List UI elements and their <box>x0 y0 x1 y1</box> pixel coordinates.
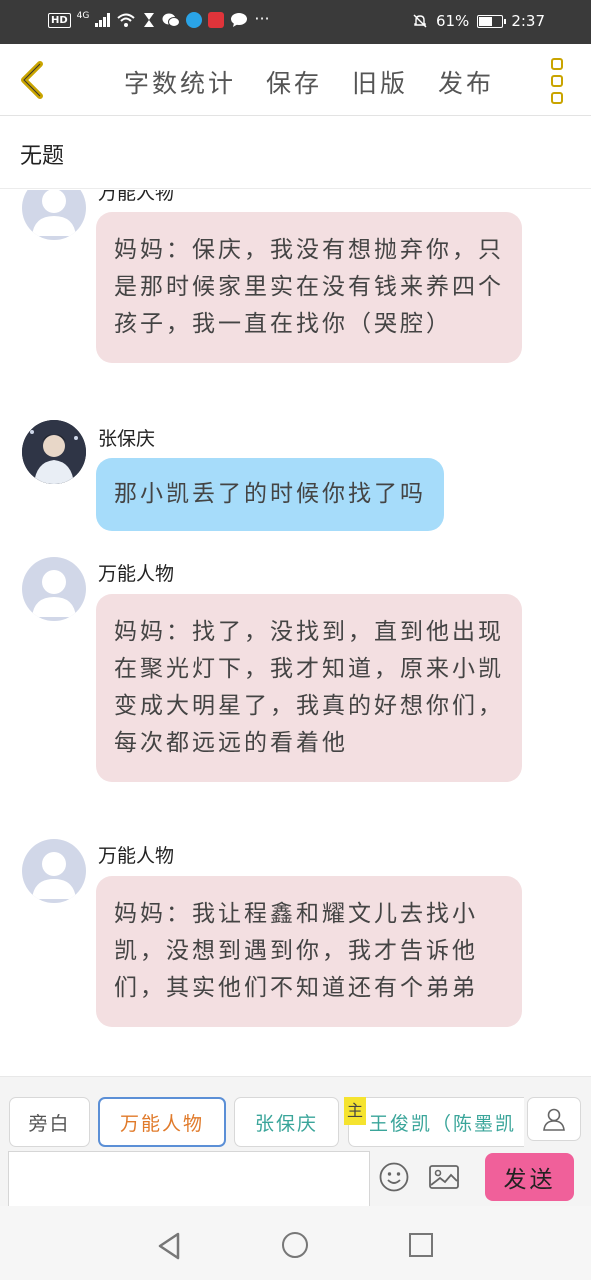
signal-icon <box>95 13 111 27</box>
nav-back-icon[interactable] <box>157 1232 181 1260</box>
emoji-button[interactable] <box>378 1161 410 1193</box>
avatar-zhangbaoqing[interactable] <box>22 420 86 484</box>
network-label: 4G <box>76 11 90 21</box>
chevron-left-icon <box>21 61 43 99</box>
status-right: 61% 2:37 <box>412 12 545 30</box>
wechat-icon <box>162 13 181 27</box>
message-bubble[interactable]: 妈妈：我让程鑫和耀文儿去找小凯，没想到遇到你，我才告诉他们，其实他们不知道还有个… <box>96 876 522 1027</box>
word-count-button[interactable]: 字数统计 <box>124 64 236 100</box>
sender-name: 张保庆 <box>98 428 156 450</box>
save-button[interactable]: 保存 <box>266 64 322 100</box>
status-left: HD 4G ··· <box>48 8 270 28</box>
chat-area[interactable]: 万能人物 妈妈：保庆，我没有想抛弃你，只是那时候家里实在没有钱来养四个孩子，我一… <box>0 190 591 1076</box>
message-input[interactable] <box>8 1151 370 1207</box>
hd-badge: HD <box>48 12 71 28</box>
more-dot-icon <box>551 75 563 87</box>
publish-button[interactable]: 发布 <box>438 64 494 100</box>
manage-roles-button[interactable] <box>527 1097 581 1141</box>
role-chip-wangjunkai[interactable]: 王俊凯（陈墨凯 <box>348 1097 524 1147</box>
image-button[interactable] <box>428 1163 460 1191</box>
header-menu: 字数统计 保存 旧版 发布 <box>124 64 494 100</box>
smiley-icon <box>379 1162 409 1192</box>
image-icon <box>429 1165 459 1189</box>
nav-home-icon[interactable] <box>282 1232 308 1258</box>
role-chip-universal[interactable]: 万能人物 <box>98 1097 226 1147</box>
message-bubble[interactable]: 那小凯丢了的时候你找了吗 <box>96 458 444 531</box>
status-bar: HD 4G ··· 61% 2:37 <box>0 0 591 44</box>
more-dot-icon <box>551 92 563 104</box>
user-silhouette-icon <box>32 852 76 899</box>
role-chip-zhangbaoqing[interactable]: 张保庆 <box>234 1097 339 1147</box>
battery-icon <box>477 14 507 28</box>
wifi-icon <box>117 13 136 27</box>
more-menu-button[interactable] <box>551 58 567 104</box>
document-title-bar[interactable]: 无题 <box>0 116 591 189</box>
avatar-default[interactable] <box>22 557 86 621</box>
avatar-default[interactable] <box>22 839 86 903</box>
more-dot-icon <box>551 58 563 70</box>
user-photo-icon <box>22 420 86 484</box>
app-header: 字数统计 保存 旧版 发布 <box>0 44 591 116</box>
more-notifications-icon: ··· <box>254 8 270 28</box>
send-button[interactable]: 发送 <box>485 1153 574 1201</box>
hourglass-icon <box>144 13 155 27</box>
avatar-default[interactable] <box>22 190 86 240</box>
sender-name: 万能人物 <box>98 190 175 204</box>
main-role-badge: 主 <box>344 1097 366 1125</box>
message-bubble[interactable]: 妈妈：找了，没找到，直到他出现在聚光灯下，我才知道，原来小凯变成大明星了，我真的… <box>96 594 522 782</box>
old-version-button[interactable]: 旧版 <box>352 64 408 100</box>
person-icon <box>543 1108 565 1131</box>
clock: 2:37 <box>511 12 545 30</box>
message-bubble[interactable]: 妈妈：保庆，我没有想抛弃你，只是那时候家里实在没有钱来养四个孩子，我一直在找你（… <box>96 212 522 363</box>
message-icon <box>231 13 248 27</box>
sender-name: 万能人物 <box>98 845 175 867</box>
back-button[interactable] <box>14 58 54 102</box>
document-title[interactable]: 无题 <box>20 138 64 170</box>
user-silhouette-icon <box>32 190 76 236</box>
user-silhouette-icon <box>32 570 76 617</box>
app-icon <box>208 12 225 28</box>
mute-bell-icon <box>413 14 427 28</box>
browser-icon <box>186 12 203 28</box>
nav-recent-apps-icon[interactable] <box>409 1233 433 1257</box>
battery-percent: 61% <box>435 12 470 30</box>
sender-name: 万能人物 <box>98 563 175 585</box>
compose-toolbar: 旁白 万能人物 张保庆 王俊凯（陈墨凯 主 发送 <box>0 1076 591 1207</box>
role-chip-narration[interactable]: 旁白 <box>9 1097 90 1147</box>
system-nav-bar <box>0 1206 591 1280</box>
